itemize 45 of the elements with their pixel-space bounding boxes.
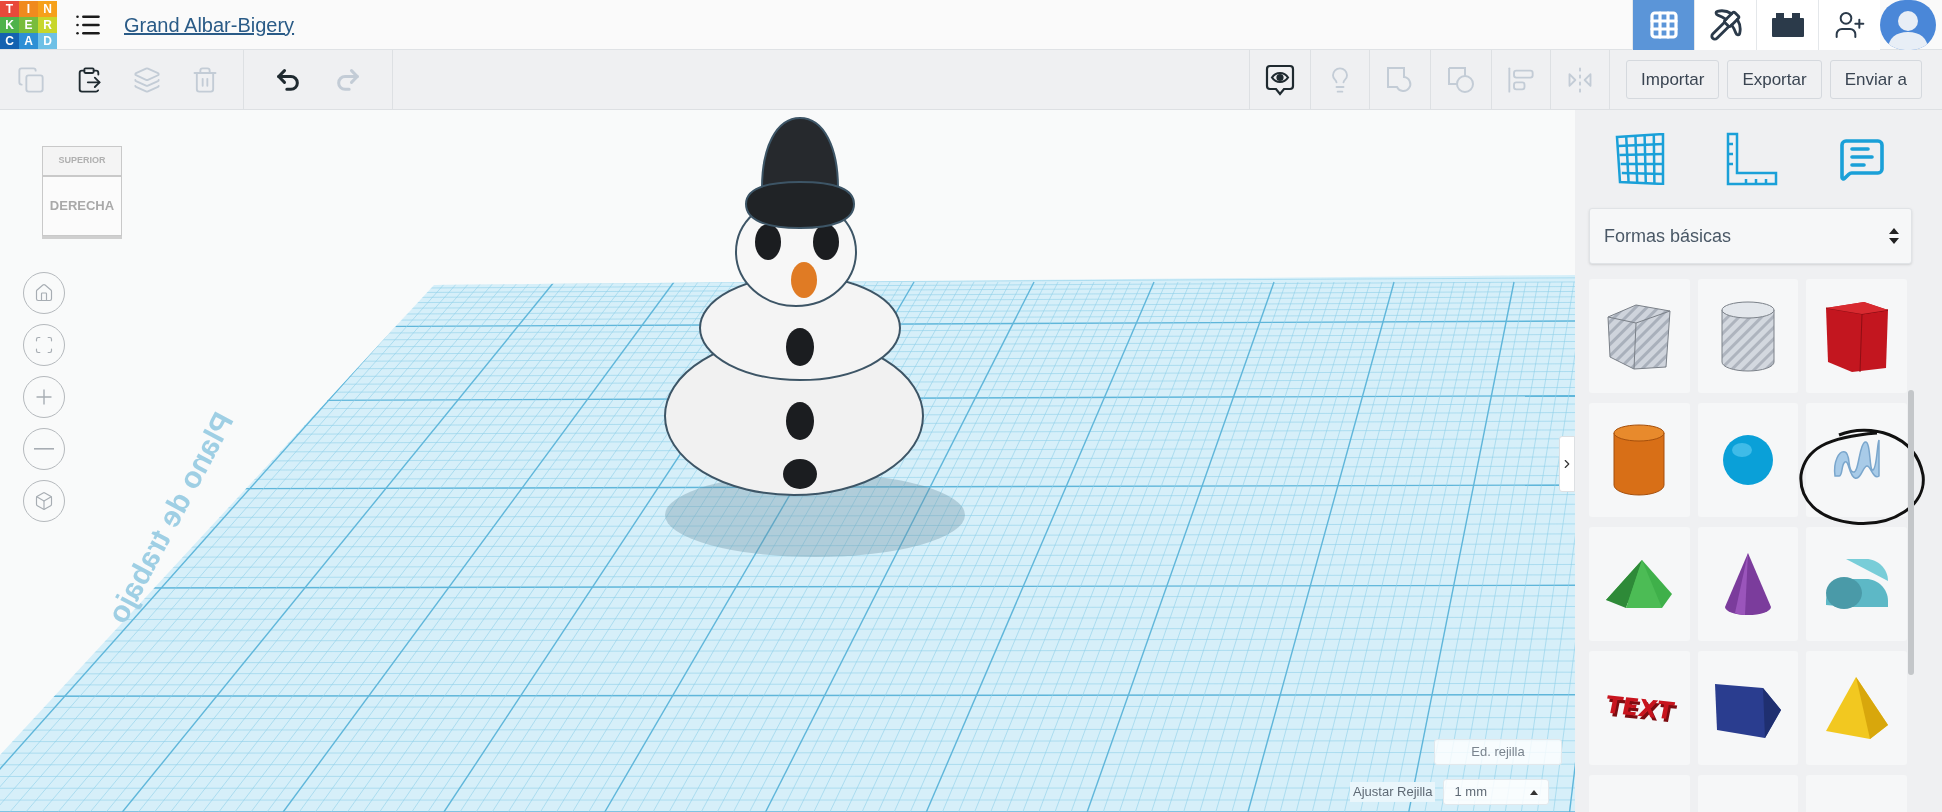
up-down-caret-icon	[1889, 227, 1899, 245]
panel-collapse-tab[interactable]	[1559, 436, 1575, 492]
view-control-button[interactable]	[23, 480, 65, 522]
design-title-link[interactable]: Grand Albar-Bigery	[124, 9, 295, 40]
shape-card[interactable]: TEXT	[1589, 651, 1690, 765]
box-hole-thumbnail	[1606, 301, 1673, 371]
shape-library-select[interactable]: Formas básicas	[1589, 208, 1912, 264]
action-button[interactable]: Exportar	[1727, 60, 1822, 99]
cube-icon	[34, 491, 54, 511]
edit-grid-button[interactable]: Ed. rejilla	[1434, 739, 1562, 765]
snap-grid-label: Ajustar Rejilla	[1350, 782, 1436, 802]
caret-icon	[1530, 789, 1539, 795]
cube-face-label: SUPERIOR	[58, 154, 106, 168]
view-mode-button[interactable]	[1694, 0, 1756, 50]
snap-grid-select[interactable]: 1 mm	[1443, 779, 1550, 805]
shape-card[interactable]	[1697, 527, 1799, 641]
shape-card[interactable]	[1806, 403, 1907, 517]
fit-view-icon	[34, 335, 54, 355]
logo-letter: I	[19, 0, 38, 17]
scrollbar[interactable]	[1908, 390, 1914, 675]
ruler-icon[interactable]	[1725, 132, 1778, 186]
sphere-thumbnail	[1722, 434, 1774, 486]
grid-icon	[1647, 8, 1680, 41]
logo-letter: N	[38, 0, 57, 17]
cylinder-hole-thumbnail	[1720, 300, 1776, 372]
pickaxe-icon	[1708, 7, 1743, 42]
shape-card[interactable]	[1697, 651, 1799, 765]
box-thumbnail	[1823, 300, 1890, 372]
view-control-button[interactable]	[23, 428, 65, 470]
action-button[interactable]: Enviar a	[1829, 60, 1922, 99]
view-mode-button[interactable]	[1756, 0, 1818, 50]
view-control-button[interactable]	[23, 324, 65, 366]
invite-user-button[interactable]	[1818, 0, 1880, 50]
text-shape-label: TEXT	[1605, 689, 1674, 728]
view-control-button[interactable]	[23, 376, 65, 418]
logo[interactable]: T I N K E R C A D	[0, 0, 57, 49]
action-button[interactable]: Importar	[1626, 60, 1720, 99]
logo-letter: T	[0, 0, 19, 17]
view-control-button[interactable]	[23, 272, 65, 314]
workplane-grid-icon[interactable]	[1615, 133, 1665, 185]
cone-thumbnail	[1723, 551, 1773, 617]
cube-face-label: DERECHA	[49, 197, 115, 216]
brick-icon	[1771, 12, 1804, 37]
home-icon	[34, 283, 54, 303]
pyramid-thumbnail	[1823, 675, 1890, 741]
